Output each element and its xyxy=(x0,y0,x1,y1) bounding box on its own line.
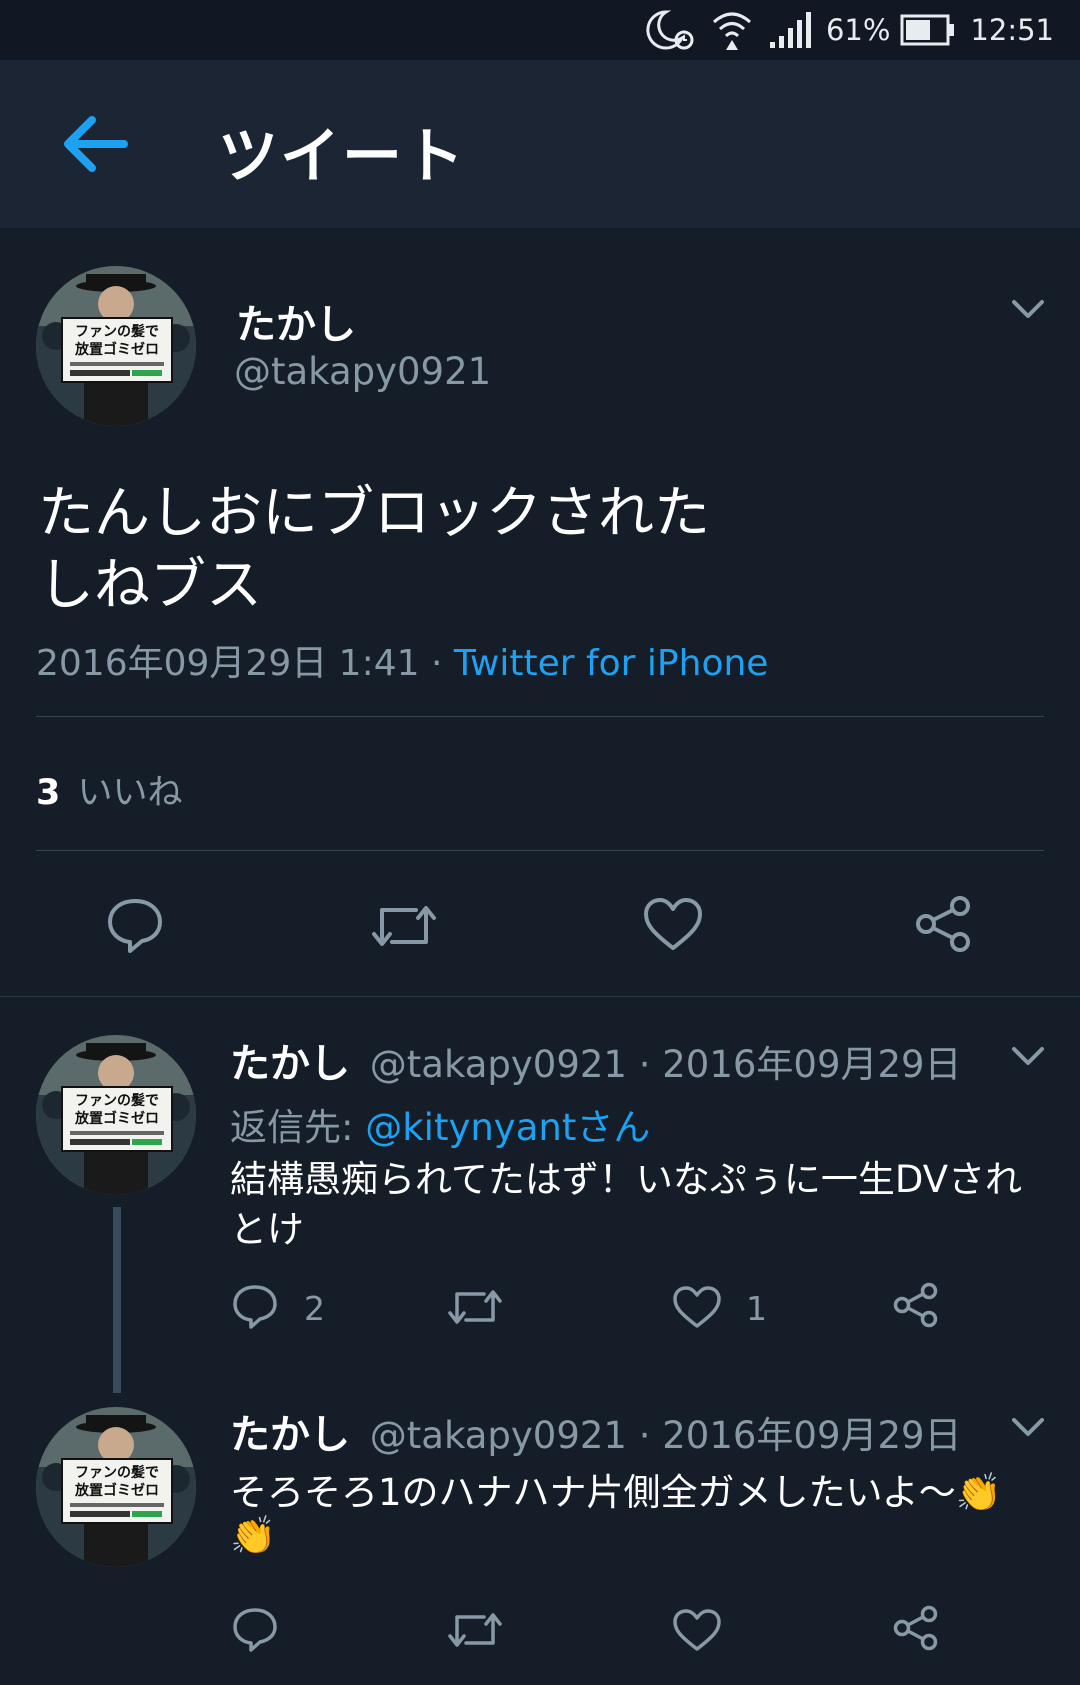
reply-header: たかし @takapy0921 · 2016年09月29日 xyxy=(230,1031,962,1089)
avatar-sign-line2: 放置ゴミゼロ xyxy=(74,1482,159,1499)
like-icon[interactable] xyxy=(672,1608,722,1652)
reply-icon[interactable] xyxy=(232,1283,278,1329)
author-handle[interactable]: @takapy0921 xyxy=(370,1414,627,1457)
like-icon[interactable] xyxy=(672,1285,722,1329)
likes-count: 3 xyxy=(36,773,61,813)
reply-text-line2: 👏 xyxy=(230,1514,277,1557)
back-arrow-icon[interactable] xyxy=(62,112,128,176)
reply-text-line1: 結構愚痴られてたはず！いなぷぅに一生DVされ xyxy=(230,1158,1023,1201)
chevron-down-icon[interactable] xyxy=(1010,1045,1046,1069)
reply-to-user-link[interactable]: @kitynyantさん xyxy=(365,1106,650,1149)
reply-to-label: 返信先: xyxy=(230,1106,366,1149)
status-bar: 61% 12:51 xyxy=(0,0,1080,60)
avatar-sign-line1: ファンの髪で xyxy=(75,323,159,340)
avatar[interactable]: ファンの髪で 放置ゴミゼロ xyxy=(36,1035,196,1195)
tweet-text-line2: しねブス xyxy=(38,553,262,618)
reply-date: · 2016年09月29日 xyxy=(626,1043,962,1086)
divider xyxy=(36,850,1044,851)
clock: 12:51 xyxy=(970,13,1054,47)
reply-text-line1: そろそろ1のハナハナ片側全ガメしたいよ〜👏 xyxy=(230,1471,1002,1514)
meta-separator: · xyxy=(419,643,454,684)
author-name[interactable]: たかし xyxy=(236,292,356,350)
reply-to: 返信先: @kitynyantさん xyxy=(230,1097,650,1151)
share-icon[interactable] xyxy=(914,894,974,954)
battery-percent: 61% xyxy=(825,13,891,47)
like-count: 1 xyxy=(746,1289,767,1328)
wifi-icon xyxy=(712,12,751,50)
reply-tweet[interactable]: ファンの髪で 放置ゴミゼロ たかし @takapy0921 · 2016年09月… xyxy=(0,1392,1080,1685)
avatar[interactable]: ファンの髪で 放置ゴミゼロ xyxy=(36,1407,196,1567)
reply-icon[interactable] xyxy=(106,896,164,954)
avatar-sign-line2: 放置ゴミゼロ xyxy=(74,341,159,358)
retweet-icon[interactable] xyxy=(446,1608,504,1652)
reply-date: · 2016年09月29日 xyxy=(626,1414,962,1457)
tweet-timestamp: 2016年09月29日 1:41 xyxy=(36,643,420,684)
page-title: ツイート xyxy=(218,122,466,192)
battery-icon xyxy=(900,14,955,46)
likes-summary[interactable]: 3 いいね xyxy=(36,764,183,815)
avatar-sign-line1: ファンの髪で xyxy=(75,1092,159,1109)
reply-icon[interactable] xyxy=(232,1606,278,1652)
tweet-client-link[interactable]: Twitter for iPhone xyxy=(454,643,769,684)
avatar-image: ファンの髪で 放置ゴミゼロ xyxy=(36,266,196,426)
avatar-image: ファンの髪で 放置ゴミゼロ xyxy=(36,1407,196,1567)
divider xyxy=(36,716,1044,717)
tweet-meta: 2016年09月29日 1:41 · Twitter for iPhone xyxy=(36,634,768,686)
chevron-down-icon[interactable] xyxy=(1010,298,1046,322)
share-icon[interactable] xyxy=(892,1281,940,1329)
author-handle[interactable]: @takapy0921 xyxy=(370,1043,627,1086)
avatar[interactable]: ファンの髪で 放置ゴミゼロ xyxy=(36,266,196,426)
share-icon[interactable] xyxy=(892,1604,940,1652)
signal-icon xyxy=(769,12,811,48)
avatar-sign-line1: ファンの髪で xyxy=(75,1464,159,1481)
likes-label: いいね xyxy=(77,773,183,813)
author-name[interactable]: たかし xyxy=(230,1412,350,1458)
reply-header: たかし @takapy0921 · 2016年09月29日 xyxy=(230,1402,962,1460)
reply-tweet[interactable]: ファンの髪で 放置ゴミゼロ たかし @takapy0921 · 2016年09月… xyxy=(0,997,1080,1393)
thread-line xyxy=(113,1207,121,1393)
author-handle[interactable]: @takapy0921 xyxy=(234,350,491,393)
moon-alarm-icon xyxy=(646,10,694,50)
chevron-down-icon[interactable] xyxy=(1010,1416,1046,1440)
author-name[interactable]: たかし xyxy=(230,1041,350,1087)
reply-count: 2 xyxy=(304,1289,325,1328)
reply-text-line2: とけ xyxy=(230,1208,304,1251)
battery: 61% xyxy=(826,13,956,47)
main-tweet: ファンの髪で 放置ゴミゼロ たかし @takapy0921 たんしおにブロックさ… xyxy=(0,228,1080,996)
avatar-image: ファンの髪で 放置ゴミゼロ xyxy=(36,1035,196,1195)
like-icon[interactable] xyxy=(642,896,704,952)
retweet-icon[interactable] xyxy=(446,1285,504,1329)
avatar-sign-line2: 放置ゴミゼロ xyxy=(74,1110,159,1127)
tweet-text-line1: たんしおにブロックされた xyxy=(38,481,710,546)
app-header: ツイート xyxy=(0,60,1080,228)
retweet-icon[interactable] xyxy=(368,898,440,954)
